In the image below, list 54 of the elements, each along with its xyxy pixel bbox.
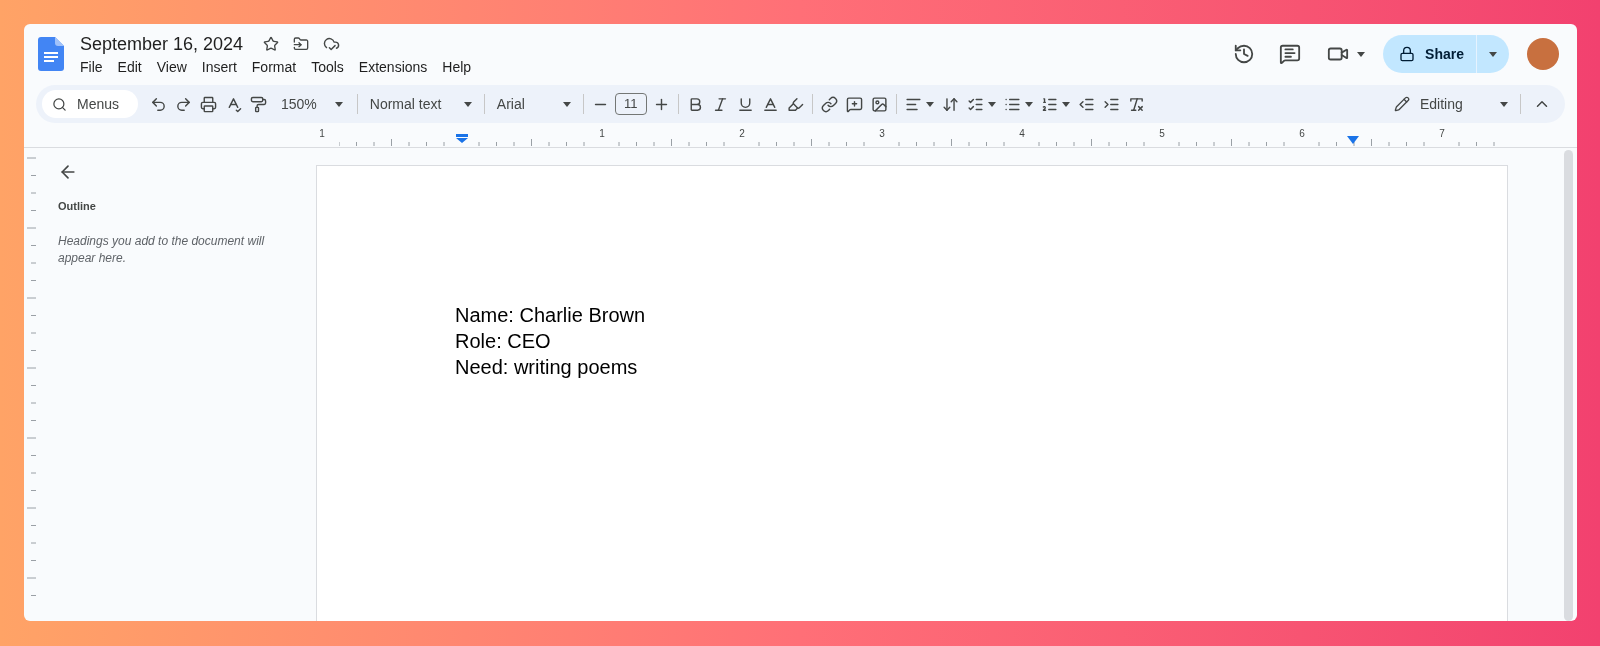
lock-icon (1399, 46, 1416, 62)
menu-item[interactable]: Extensions (352, 56, 434, 77)
menus-search-field[interactable]: Menus (42, 90, 138, 118)
document-text-line: Role: CEO (455, 329, 552, 354)
menu-item[interactable]: Insert (195, 56, 243, 77)
search-icon (52, 96, 67, 112)
caret-icon (1357, 51, 1366, 57)
style-dropdown[interactable]: Normal text (361, 93, 480, 115)
outline-hint: Headings you add to the document will appear here. (58, 232, 266, 267)
star-icon[interactable] (263, 35, 280, 52)
caret-icon (1061, 101, 1070, 107)
indent-marker-icon[interactable] (456, 134, 468, 143)
outline-heading: Outline (58, 199, 97, 214)
mode-dropdown[interactable]: Editing (1386, 93, 1516, 115)
share-button[interactable]: Share (1383, 35, 1509, 73)
document-title[interactable]: September 16, 2024 (80, 31, 244, 56)
cloud-check-icon[interactable] (323, 35, 341, 52)
ruler-number: 1 (599, 127, 605, 141)
ruler-number: 4 (1019, 127, 1025, 141)
font-dropdown[interactable]: Arial (488, 93, 579, 115)
docs-logo-icon (38, 37, 64, 71)
right-margin-marker-icon[interactable] (1347, 136, 1359, 144)
avatar[interactable] (1527, 38, 1559, 70)
ruler-number: 2 (739, 127, 745, 141)
ruler-number: 3 (879, 127, 885, 141)
zoom-dropdown[interactable]: 150% (271, 93, 353, 115)
pencil-icon (1394, 96, 1410, 112)
caret-icon (463, 101, 472, 107)
caret-icon (987, 101, 996, 107)
share-caret-icon (1489, 51, 1497, 57)
history-icon[interactable] (1233, 43, 1256, 65)
ruler-number: 1 (319, 127, 325, 141)
menu-item[interactable]: Edit (111, 56, 148, 77)
numbered-list-icon (1040, 95, 1058, 113)
folder-icon[interactable] (293, 35, 310, 52)
font-size-field[interactable]: 11 (614, 93, 647, 115)
ruler-number: 7 (1439, 127, 1445, 141)
caret-icon (1500, 101, 1508, 107)
menu-item[interactable]: View (150, 56, 193, 77)
caret-icon (562, 101, 571, 107)
menu-item[interactable]: File (74, 56, 109, 77)
comment-icon[interactable] (1279, 43, 1302, 65)
share-label: Share (1425, 44, 1464, 64)
menu-item[interactable]: Format (245, 56, 303, 77)
caret-icon (334, 101, 343, 107)
menu-item[interactable]: Tools (305, 56, 350, 77)
ruler-number: 6 (1299, 127, 1305, 141)
caret-icon (1024, 101, 1033, 107)
caret-icon (925, 101, 934, 107)
menu-item[interactable]: Help (436, 56, 478, 77)
scrollbar[interactable] (1564, 150, 1573, 621)
document-text-line: Name: Charlie Brown (455, 303, 647, 328)
ruler-number: 5 (1159, 127, 1165, 141)
document-text-line: Need: writing poems (455, 355, 639, 380)
